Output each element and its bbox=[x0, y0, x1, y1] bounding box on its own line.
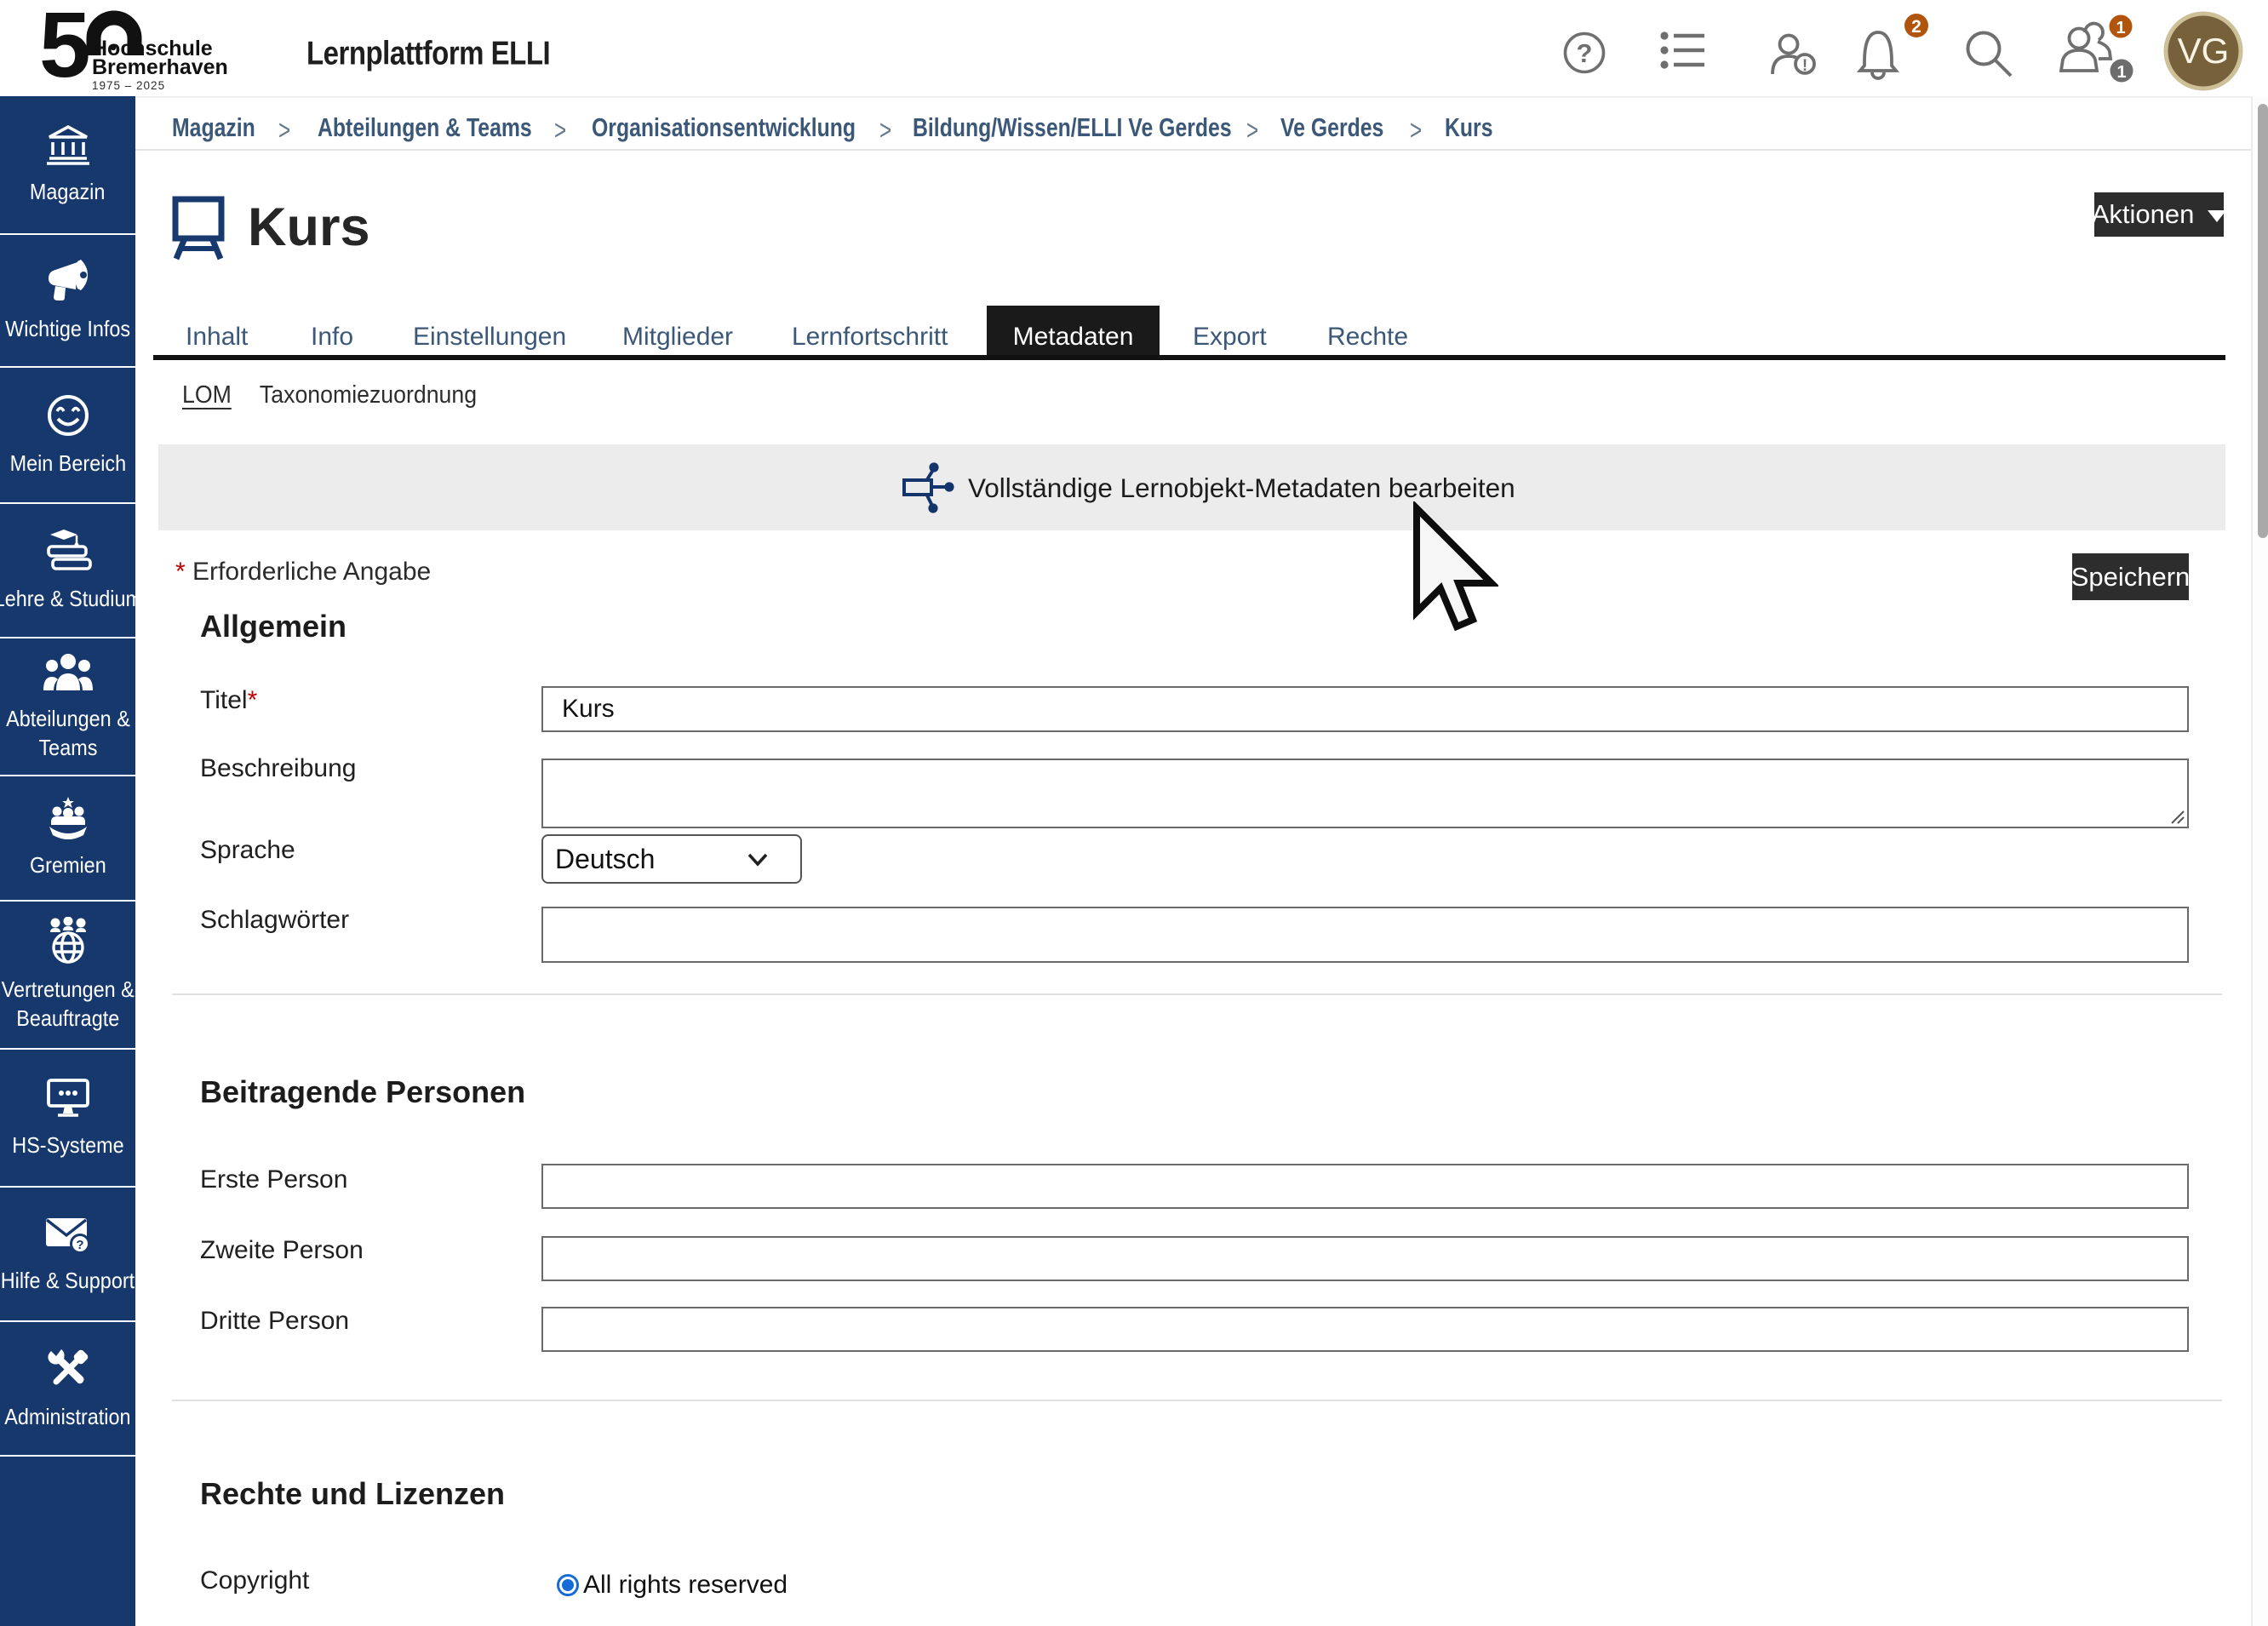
svg-text:1: 1 bbox=[2116, 19, 2125, 37]
svg-text:?: ? bbox=[76, 1238, 83, 1252]
svg-text:?: ? bbox=[1577, 38, 1593, 68]
svg-text:1975 – 2025: 1975 – 2025 bbox=[92, 79, 165, 92]
svg-text:Bremerhaven: Bremerhaven bbox=[92, 55, 228, 79]
svg-text:5: 5 bbox=[39, 7, 91, 94]
svg-text:2: 2 bbox=[1911, 17, 1922, 37]
svg-text:VG: VG bbox=[2178, 31, 2230, 71]
svg-text:!: ! bbox=[1802, 57, 1807, 75]
svg-text:1: 1 bbox=[2116, 63, 2126, 82]
